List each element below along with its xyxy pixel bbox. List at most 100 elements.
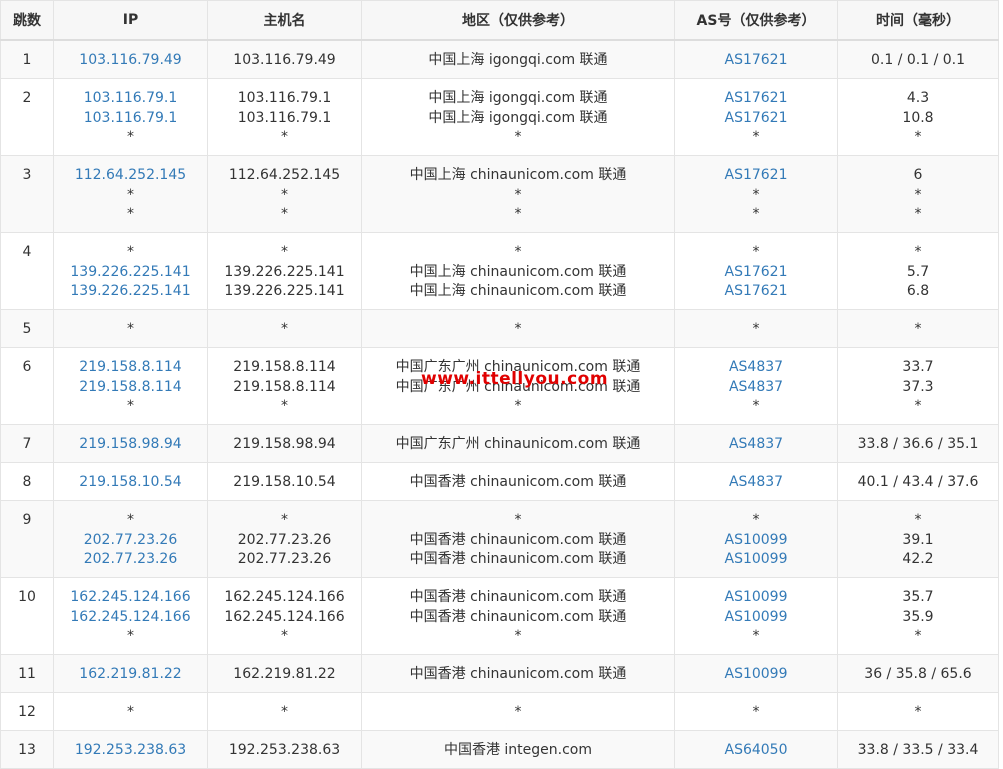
table-row: 10 162.245.124.166 162.245.124.166 * 162.245… [0,577,999,655]
host-value: * [281,512,288,528]
header-region: 地区（仅供参考） [361,0,675,41]
host-value: 162.245.124.166 [224,589,345,605]
as-value: * [752,512,760,528]
as-cell: AS10099 [674,654,838,693]
ip-cell: 219.158.8.114 219.158.8.114 * [53,347,208,425]
ip-link[interactable]: 219.158.8.114 [54,378,207,398]
as-link[interactable]: AS17621 [675,282,837,302]
host-value: 103.116.79.49 [233,52,336,68]
time-value: 42.2 [902,551,934,567]
region-cell: * [361,692,675,731]
as-value: * [752,321,760,337]
time-value: 6.8 [906,283,930,299]
as-link[interactable]: AS17621 [675,109,837,129]
host-cell: 219.158.8.114 219.158.8.114 * [207,347,362,425]
host-value: 219.158.98.94 [233,436,336,452]
as-link[interactable]: AS10099 [675,588,837,608]
traceroute-table: 跳数 IP 主机名 地区（仅供参考） AS号（仅供参考） 时间（毫秒） 1 103… [0,0,999,769]
region-value: * [514,321,522,337]
host-value: 103.116.79.1 [237,109,332,126]
ip-cell: * 139.226.225.141 139.226.225.141 [53,232,208,310]
ip-link[interactable]: 162.245.124.166 [54,608,207,628]
as-link[interactable]: AS4837 [675,435,837,455]
ip-value: * [127,704,134,720]
as-link[interactable]: AS10099 [675,531,837,551]
time-cell: * [837,692,999,731]
host-value: 192.253.238.63 [228,742,341,758]
ip-link[interactable]: 139.226.225.141 [54,282,207,302]
region-value: 中国香港 chinaunicom.com 联通 [409,531,627,548]
as-cell: AS4837 AS4837 * [674,347,838,425]
region-value: 中国上海 chinaunicom.com 联通 [409,283,627,299]
host-cell: * [207,692,362,731]
ip-link[interactable]: 112.64.252.145 [54,166,207,186]
header-as: AS号（仅供参考） [674,0,838,41]
as-link[interactable]: AS10099 [675,550,837,570]
as-link[interactable]: AS10099 [675,665,837,685]
host-cell: * 139.226.225.141 139.226.225.141 [207,232,362,310]
hop-cell: 6 [0,347,54,425]
header-row: 跳数 IP 主机名 地区（仅供参考） AS号（仅供参考） 时间（毫秒） [0,0,999,41]
ip-link[interactable]: 202.77.23.26 [54,531,207,551]
region-value: 中国香港 chinaunicom.com 联通 [409,589,627,605]
as-link[interactable]: AS17621 [675,89,837,109]
region-value: * [514,244,522,260]
time-cell: * 5.7 6.8 [837,232,999,310]
ip-cell: * 202.77.23.26 202.77.23.26 [53,500,208,578]
region-cell: * 中国上海 chinaunicom.com 联通 中国上海 chinaunicom… [361,232,675,310]
as-link[interactable]: AS4837 [675,378,837,398]
hop-cell: 7 [0,424,54,463]
as-link[interactable]: AS4837 [675,358,837,378]
time-value: * [914,512,922,528]
time-cell: * [837,309,999,348]
as-link[interactable]: AS17621 [675,263,837,283]
hop-cell: 2 [0,78,54,156]
ip-link[interactable]: 139.226.225.141 [54,263,207,283]
region-cell: 中国广东广州 chinaunicom.com 联通 [361,424,675,463]
ip-link[interactable]: 103.116.79.1 [54,89,207,109]
time-cell: 6 * * [837,155,999,233]
region-value: * [514,512,522,528]
region-value: * [514,704,522,720]
region-value: 中国香港 chinaunicom.com 联通 [409,666,627,682]
time-value: * [914,321,922,337]
ip-link[interactable]: 162.245.124.166 [54,588,207,608]
ip-link[interactable]: 192.253.238.63 [54,741,207,761]
as-link[interactable]: AS17621 [675,166,837,186]
time-value: 36 / 35.8 / 65.6 [864,666,972,682]
ip-cell: 219.158.10.54 [53,462,208,501]
ip-link[interactable]: 162.219.81.22 [54,665,207,685]
ip-cell: * [53,309,208,348]
time-cell: 33.8 / 33.5 / 33.4 [837,730,999,769]
time-value: 33.8 / 33.5 / 33.4 [857,742,979,758]
as-cell: * [674,692,838,731]
time-cell: 33.8 / 36.6 / 35.1 [837,424,999,463]
hop-cell: 4 [0,232,54,310]
time-value: 6 [913,167,923,183]
ip-link[interactable]: 202.77.23.26 [54,550,207,570]
ip-link[interactable]: 219.158.8.114 [54,358,207,378]
as-link[interactable]: AS10099 [675,608,837,628]
ip-link[interactable]: 219.158.98.94 [54,435,207,455]
as-link[interactable]: AS64050 [675,741,837,761]
as-cell: AS10099 AS10099 * [674,577,838,655]
host-cell: 112.64.252.145 * * [207,155,362,233]
as-cell: AS17621 AS17621 * [674,78,838,156]
ip-link[interactable]: 103.116.79.49 [54,51,207,71]
ip-value: * [127,398,134,414]
host-value: * [281,628,288,644]
region-cell: 中国上海 igongqi.com 联通 中国上海 igongqi.com 联通 * [361,78,675,156]
table-row: 9 * 202.77.23.26 202.77.23.26 * 202.77.23.26 2… [0,500,999,578]
host-value: * [281,244,288,260]
ip-link[interactable]: 103.116.79.1 [54,109,207,129]
region-value: * [514,129,522,145]
table-row: 11 162.219.81.22 162.219.81.22 中国香港 chinaun… [0,654,999,693]
ip-link[interactable]: 219.158.10.54 [54,473,207,493]
as-link[interactable]: AS17621 [675,51,837,71]
ip-cell: 162.219.81.22 [53,654,208,693]
host-value: * [281,206,288,222]
ip-cell: 219.158.98.94 [53,424,208,463]
region-value: * [514,628,522,644]
as-link[interactable]: AS4837 [675,473,837,493]
ip-cell: 192.253.238.63 [53,730,208,769]
